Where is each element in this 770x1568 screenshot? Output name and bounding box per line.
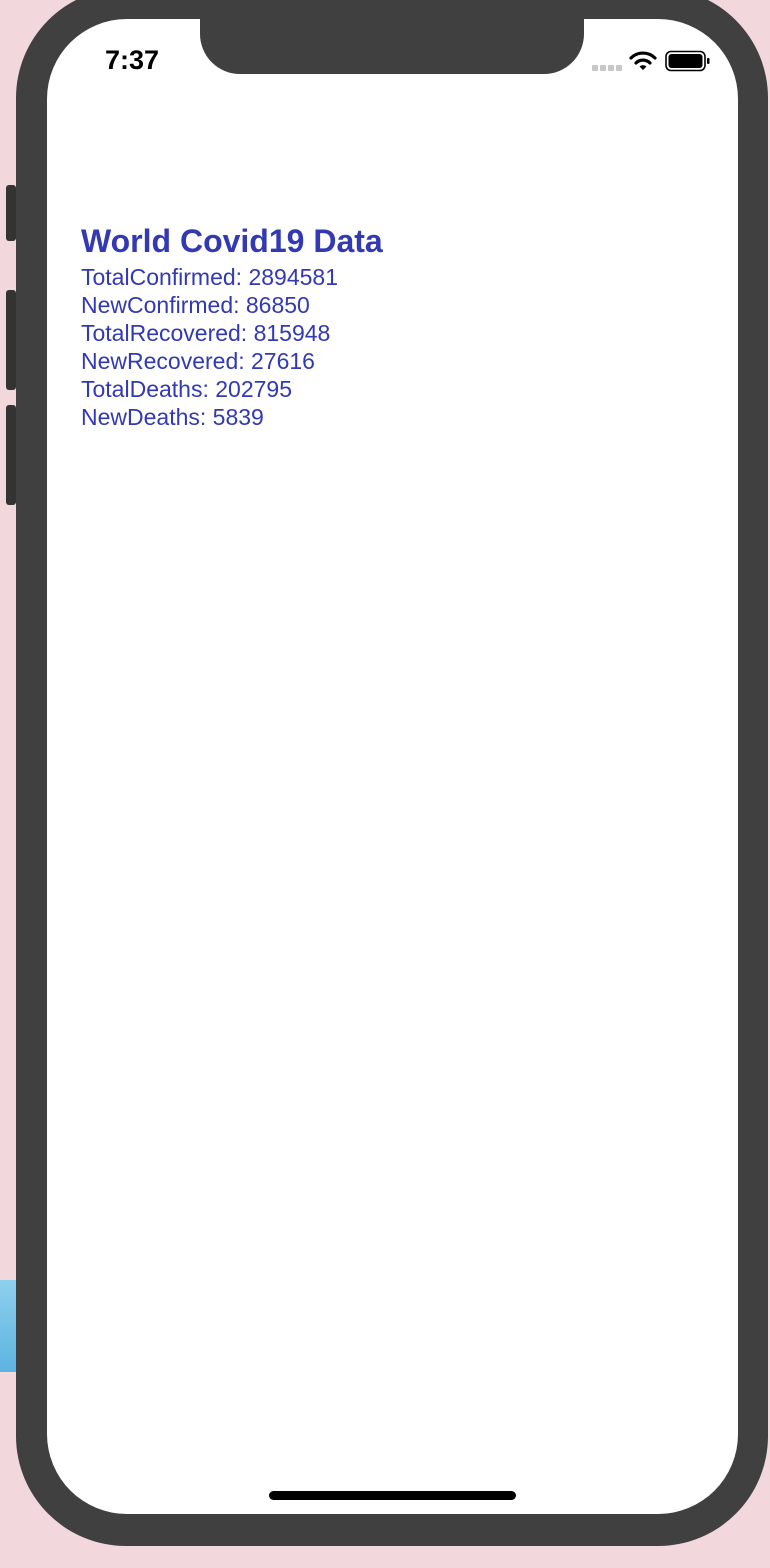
home-indicator[interactable] <box>269 1491 516 1500</box>
stat-new-confirmed: NewConfirmed: 86850 <box>81 292 310 318</box>
stat-new-deaths: NewDeaths: 5839 <box>81 404 264 430</box>
desktop-background: 7:37 World Covid19 Data TotalConfirmed: … <box>0 0 770 1568</box>
app-screen: 7:37 World Covid19 Data TotalConfirmed: … <box>47 19 738 1514</box>
page-title: World Covid19 Data <box>81 223 383 259</box>
stat-new-recovered: NewRecovered: 27616 <box>81 348 315 374</box>
volume-up-button <box>6 290 16 390</box>
stat-total-deaths: TotalDeaths: 202795 <box>81 376 292 402</box>
wifi-icon <box>629 51 657 70</box>
mute-switch <box>6 185 16 241</box>
stat-total-confirmed: TotalConfirmed: 2894581 <box>81 264 338 290</box>
covid-data-section: World Covid19 Data TotalConfirmed: 28945… <box>81 222 383 431</box>
device-notch <box>200 19 584 74</box>
status-time: 7:37 <box>105 45 160 75</box>
volume-down-button <box>6 405 16 505</box>
stat-total-recovered: TotalRecovered: 815948 <box>81 320 331 346</box>
signal-dots-icon <box>592 65 622 71</box>
battery-icon <box>665 50 710 72</box>
desktop-window-fragment <box>0 1280 16 1372</box>
